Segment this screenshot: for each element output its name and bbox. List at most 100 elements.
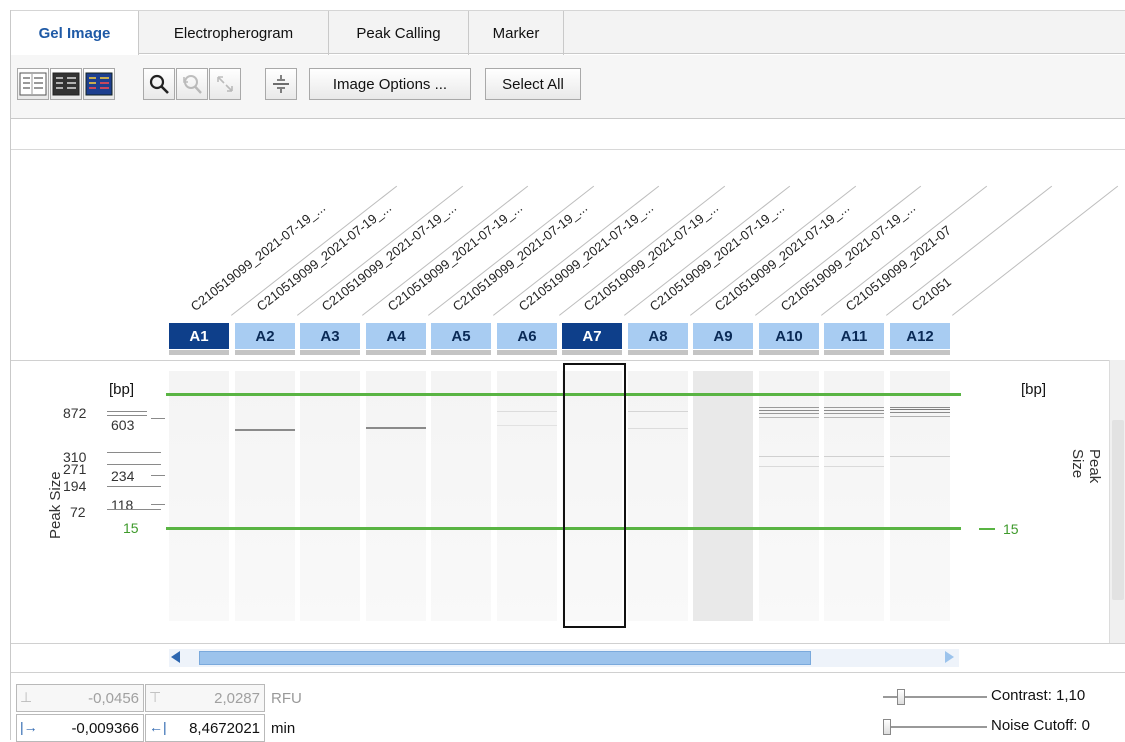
time-start-field[interactable]: |→ -0,009366 xyxy=(16,714,144,742)
lane-indicator xyxy=(562,350,622,355)
contrast-slider-thumb[interactable] xyxy=(897,689,905,705)
tab-electropherogram[interactable]: Electropherogram xyxy=(139,11,329,55)
lane-indicator xyxy=(366,350,426,355)
gel-lane-a6[interactable] xyxy=(497,371,557,621)
contrast-slider[interactable] xyxy=(883,689,987,705)
rfu-high-field[interactable]: ⊤ 2,0287 xyxy=(145,684,265,712)
gel-band xyxy=(890,409,950,410)
gel-view-blue-icon[interactable] xyxy=(83,68,115,100)
gel-lane-a9[interactable] xyxy=(693,371,753,621)
split-icon[interactable] xyxy=(265,68,297,100)
lane-indicator xyxy=(628,350,688,355)
axis-label-left: Peak Size xyxy=(47,471,64,539)
lane-indicator xyxy=(169,350,229,355)
lane-label-a2[interactable]: A2 xyxy=(235,323,295,349)
time-end-icon: ←| xyxy=(149,719,167,735)
lane-label-a1[interactable]: A1 xyxy=(169,323,229,349)
lane-label-a6[interactable]: A6 xyxy=(497,323,557,349)
rfu-low-icon: ⊥ xyxy=(20,689,33,705)
lane-label-a10[interactable]: A10 xyxy=(759,323,819,349)
gel-lane-a12[interactable] xyxy=(890,371,950,621)
noise-cutoff-slider[interactable] xyxy=(883,719,987,735)
tab-bar: Gel Image Electropherogram Peak Calling … xyxy=(11,10,1125,56)
lane-indicator xyxy=(693,350,753,355)
gel-lane-a1[interactable] xyxy=(169,371,229,621)
gel-band xyxy=(824,410,884,411)
gel-band xyxy=(759,413,819,414)
tab-marker[interactable]: Marker xyxy=(469,11,564,55)
horizontal-scroll-thumb[interactable] xyxy=(199,651,811,665)
gel-image-panel: Gel Image Electropherogram Peak Calling … xyxy=(10,10,1125,742)
lane-label-a11[interactable]: A11 xyxy=(824,323,884,349)
gel-band xyxy=(890,412,950,413)
marker-tick-right xyxy=(979,528,995,530)
time-end-value: 8,4672021 xyxy=(189,719,260,737)
lane-label-a12[interactable]: A12 xyxy=(890,323,950,349)
zoom-icon[interactable] xyxy=(143,68,175,100)
image-options-button[interactable]: Image Options ... xyxy=(309,68,471,100)
marker-label-right: 15 xyxy=(1003,521,1019,537)
time-start-icon: |→ xyxy=(20,719,38,735)
gel-band xyxy=(759,417,819,418)
horizontal-scroll-row xyxy=(11,643,1125,673)
ladder-label-234: 234 xyxy=(111,468,135,484)
status-panel: ⊥ -0,0456 ⊤ 2,0287 RFU |→ -0,009366 ←| 8… xyxy=(11,674,1125,742)
gel-lane-a2[interactable] xyxy=(235,371,295,621)
fit-icon[interactable] xyxy=(209,68,241,100)
sample-divider xyxy=(952,185,1119,316)
tab-peak-calling[interactable]: Peak Calling xyxy=(329,11,469,55)
rfu-low-value: -0,0456 xyxy=(88,689,139,707)
gel-band xyxy=(497,411,557,412)
gel-band xyxy=(628,411,688,412)
select-all-button[interactable]: Select All xyxy=(485,68,581,100)
noise-cutoff-slider-thumb[interactable] xyxy=(883,719,891,735)
info-bar xyxy=(11,120,1125,150)
lane-label-a9[interactable]: A9 xyxy=(693,323,753,349)
rfu-unit: RFU xyxy=(271,690,302,707)
gel-band xyxy=(824,466,884,467)
gel-lane-a10[interactable] xyxy=(759,371,819,621)
ladder-label-872: 872 xyxy=(63,405,87,421)
scroll-right-icon[interactable] xyxy=(945,651,954,663)
gel-band xyxy=(824,407,884,408)
scroll-left-icon[interactable] xyxy=(171,651,180,663)
ladder-label-603: 603 xyxy=(111,417,135,433)
selected-lane-outline xyxy=(563,363,626,628)
gel-lane-a8[interactable] xyxy=(628,371,688,621)
vertical-scrollbar[interactable] xyxy=(1109,360,1125,643)
gel-band xyxy=(759,456,819,457)
gel-lane-a11[interactable] xyxy=(824,371,884,621)
lane-label-a7[interactable]: A7 xyxy=(562,323,622,349)
unit-label-left: [bp] xyxy=(109,381,135,398)
time-start-value: -0,009366 xyxy=(71,719,139,737)
gel-band xyxy=(628,428,688,429)
gel-band xyxy=(824,456,884,457)
time-end-field[interactable]: ←| 8,4672021 xyxy=(145,714,265,742)
gel-view-dark-icon[interactable] xyxy=(50,68,82,100)
rfu-high-icon: ⊤ xyxy=(149,689,162,705)
lane-label-a3[interactable]: A3 xyxy=(300,323,360,349)
gel-lane-a5[interactable] xyxy=(431,371,491,621)
gel-image[interactable]: [bp] [bp] 872 603 310 271 234 194 118 72… xyxy=(11,360,1109,643)
lane-indicator xyxy=(497,350,557,355)
lane-indicator xyxy=(431,350,491,355)
horizontal-scrollbar[interactable] xyxy=(169,649,959,667)
marker-label-left: 15 xyxy=(123,520,139,536)
lane-indicator xyxy=(235,350,295,355)
gel-band xyxy=(890,456,950,457)
gel-lane-a3[interactable] xyxy=(300,371,360,621)
sample-name: C210519099_2021-07 xyxy=(842,222,954,314)
gel-band xyxy=(824,417,884,418)
rfu-low-field[interactable]: ⊥ -0,0456 xyxy=(16,684,144,712)
reset-zoom-icon[interactable] xyxy=(176,68,208,100)
gel-band xyxy=(759,466,819,467)
lane-label-a5[interactable]: A5 xyxy=(431,323,491,349)
gel-lane-a4[interactable] xyxy=(366,371,426,621)
lane-label-a8[interactable]: A8 xyxy=(628,323,688,349)
vertical-scroll-thumb[interactable] xyxy=(1112,420,1124,600)
tab-gel-image[interactable]: Gel Image xyxy=(11,11,139,56)
gel-view-light-icon[interactable] xyxy=(17,68,49,100)
gel-band xyxy=(235,429,295,431)
gel-band xyxy=(890,407,950,408)
lane-label-a4[interactable]: A4 xyxy=(366,323,426,349)
